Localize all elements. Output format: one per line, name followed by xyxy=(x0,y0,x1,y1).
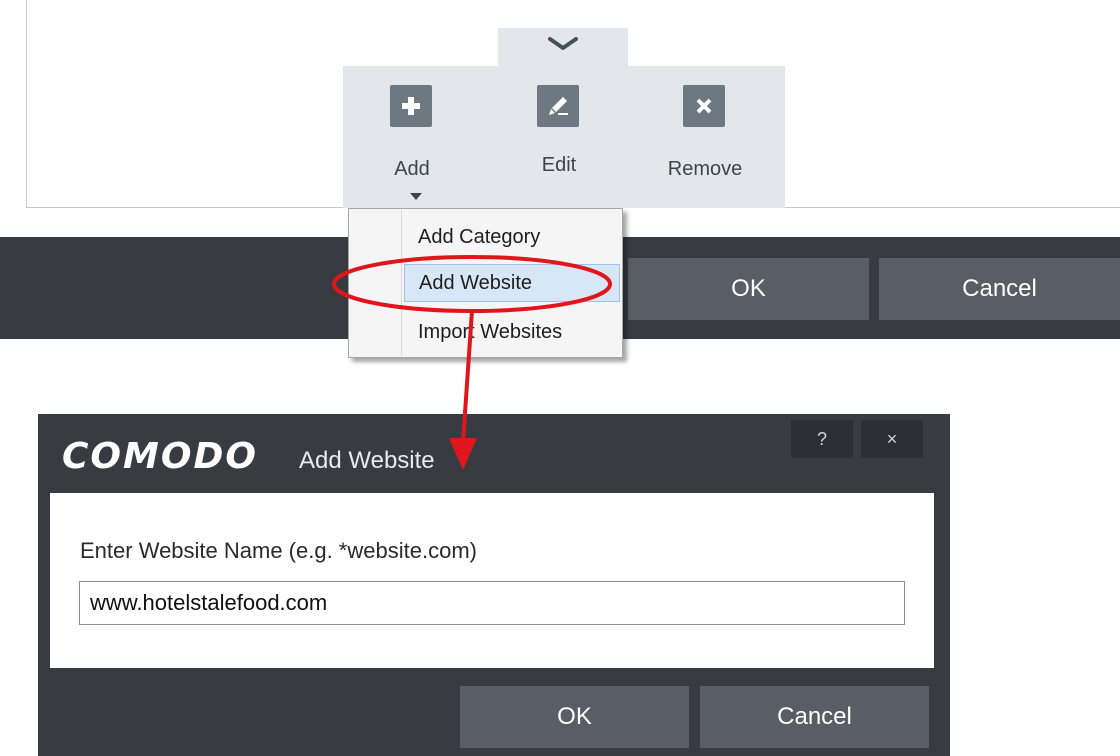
edit-button[interactable]: Edit xyxy=(494,72,624,202)
ok-button[interactable]: OK xyxy=(628,258,869,320)
add-label: Add xyxy=(394,158,430,180)
remove-label: Remove xyxy=(667,158,743,180)
menu-item-import-websites[interactable]: Import Websites xyxy=(404,313,620,351)
x-icon xyxy=(683,85,725,127)
chevron-down-icon[interactable] xyxy=(546,34,580,54)
remove-button[interactable]: Remove xyxy=(640,72,770,202)
help-icon[interactable]: ? xyxy=(791,420,853,458)
plus-icon xyxy=(390,85,432,127)
close-icon[interactable]: × xyxy=(861,420,923,458)
dialog-cancel-button[interactable]: Cancel xyxy=(700,686,929,748)
pencil-icon xyxy=(537,85,579,127)
website-name-input[interactable] xyxy=(79,581,905,625)
website-name-label: Enter Website Name (e.g. *website.com) xyxy=(80,538,477,563)
dialog-ok-button[interactable]: OK xyxy=(460,686,689,748)
edit-label: Edit xyxy=(541,154,577,176)
cancel-button[interactable]: Cancel xyxy=(879,258,1120,320)
menu-item-add-website[interactable]: Add Website xyxy=(404,264,620,302)
menu-item-add-category[interactable]: Add Category xyxy=(404,218,620,256)
add-button[interactable]: Add xyxy=(347,72,477,202)
caret-down-icon[interactable] xyxy=(410,193,422,200)
menu-gutter-separator xyxy=(401,210,402,356)
dialog-title: Add Website xyxy=(299,447,435,474)
comodo-logo: COMODO xyxy=(62,436,258,477)
